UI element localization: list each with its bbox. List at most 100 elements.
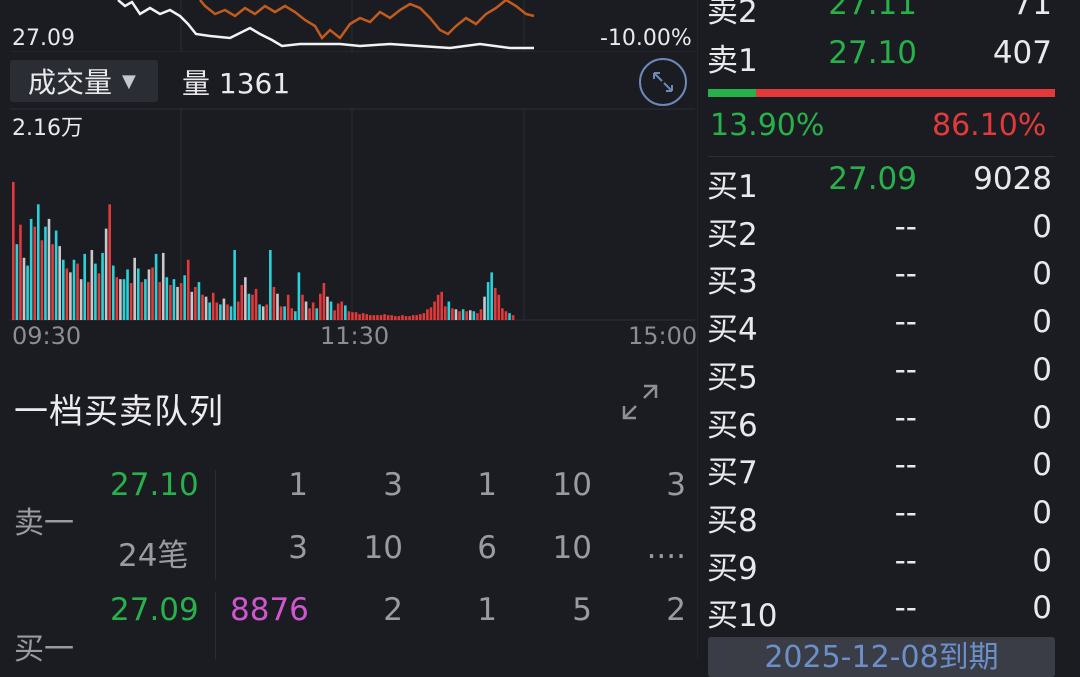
- volume-bar: [404, 316, 408, 320]
- buy-sell-ratio-bar: [708, 89, 1055, 97]
- volume-bar: [504, 311, 508, 320]
- volume-bar: [401, 315, 404, 320]
- volume-bar: [372, 315, 376, 320]
- volume-bar: [308, 308, 311, 320]
- queue-order: 1: [477, 592, 497, 628]
- volume-bar: [126, 269, 129, 320]
- bid-5-price: --: [894, 352, 917, 388]
- expand-arrows-icon: [653, 72, 673, 92]
- volume-bar: [65, 268, 69, 320]
- volume-bar: [276, 293, 279, 320]
- volume-bar: [415, 315, 419, 320]
- volume-bar: [279, 306, 283, 320]
- volume-bar: [97, 273, 101, 320]
- sell-one-price: 27.10: [110, 467, 199, 503]
- expiry-button[interactable]: 2025-12-08到期: [708, 637, 1055, 677]
- volume-bar: [393, 316, 397, 320]
- bid-5-volume: 0: [1032, 352, 1052, 388]
- bid-4-volume: 0: [1032, 304, 1052, 340]
- queue-order: 2: [666, 592, 686, 628]
- pct-low-label: -10.00%: [600, 26, 692, 51]
- volume-bar: [208, 302, 211, 320]
- volume-max-label: 2.16万: [12, 116, 83, 141]
- volume-bar: [304, 301, 308, 320]
- volume-bar: [51, 244, 54, 320]
- volume-bar: [315, 308, 319, 320]
- volume-bar: [172, 279, 176, 320]
- volume-bar: [144, 279, 147, 320]
- volume-bar: [111, 265, 115, 320]
- time-mid-label: 11:30: [320, 322, 390, 350]
- volume-bar: [379, 315, 383, 320]
- volume-bar: [301, 294, 304, 320]
- bid-6-volume: 0: [1032, 400, 1052, 436]
- volume-bar: [26, 265, 29, 320]
- volume-bar: [386, 315, 390, 320]
- volume-bar: [493, 287, 497, 320]
- volume-bar: [229, 306, 233, 320]
- volume-bar: [147, 269, 151, 320]
- queue-order: 10: [552, 467, 592, 503]
- volume-bar: [508, 313, 511, 320]
- bid-10-price: --: [894, 590, 917, 626]
- panel-divider: [697, 0, 698, 659]
- expiry-label: 2025-12-08到期: [764, 640, 999, 675]
- fullscreen-button[interactable]: [639, 58, 687, 106]
- expand-icon[interactable]: [620, 382, 660, 422]
- volume-bar: [12, 181, 15, 320]
- volume-bar: [240, 285, 244, 320]
- bid-2-volume: 0: [1032, 209, 1052, 245]
- indicator-selector-label: 成交量: [28, 66, 113, 99]
- volume-bar: [186, 259, 190, 320]
- volume-bar: [329, 301, 333, 320]
- queue-order: 3: [666, 467, 686, 503]
- buy-one-price: 27.09: [110, 592, 199, 628]
- volume-bar: [294, 311, 297, 320]
- volume-bar: [183, 275, 186, 320]
- volume-bar: [33, 226, 37, 320]
- volume-bar: [397, 316, 401, 320]
- volume-bar: [447, 301, 451, 320]
- ask-1-price: 27.10: [828, 35, 917, 71]
- book-divider: [708, 156, 1055, 157]
- queue-order: 5: [572, 592, 592, 628]
- volume-bar: [129, 283, 133, 320]
- queue-more[interactable]: ....: [606, 530, 686, 566]
- volume-bar: [429, 307, 433, 320]
- bid-3-volume: 0: [1032, 256, 1052, 292]
- volume-bar: [454, 309, 458, 320]
- queue-title: 一档买卖队列: [14, 392, 224, 432]
- volume-bar: [336, 303, 340, 320]
- volume-bar: [133, 257, 136, 320]
- volume-bar: [376, 315, 379, 320]
- volume-bar: [340, 301, 344, 320]
- volume-bar: [468, 310, 472, 320]
- volume-bar: [490, 272, 493, 320]
- volume-bar: [169, 285, 172, 320]
- volume-bar: [465, 311, 468, 320]
- bid-8-volume: 0: [1032, 495, 1052, 531]
- queue-order: 6: [477, 530, 497, 566]
- bid-7-price: --: [894, 447, 917, 483]
- volume-bar: [197, 282, 201, 320]
- queue-order: 1: [288, 467, 308, 503]
- indicator-selector[interactable]: 成交量 ▼: [10, 60, 158, 102]
- ask-2-volume: 71: [1012, 0, 1052, 22]
- time-end-label: 15:00: [628, 322, 698, 350]
- volume-bar: [426, 309, 429, 320]
- volume-bar: [179, 283, 183, 320]
- bid-1-label: 买1: [707, 169, 758, 205]
- volume-bar: [483, 296, 486, 320]
- volume-bar: [136, 268, 140, 320]
- queue-order: 1: [477, 467, 497, 503]
- bid-9-volume: 0: [1032, 543, 1052, 579]
- bid-1-volume: 9028: [973, 161, 1052, 197]
- volume-bar: [265, 304, 269, 320]
- volume-bar: [269, 250, 272, 320]
- volume-bar: [22, 257, 26, 320]
- volume-bar: [347, 311, 351, 320]
- volume-bar: [140, 282, 144, 320]
- volume-bar: [47, 218, 51, 320]
- volume-bar: [104, 228, 108, 320]
- sell-one-label: 卖一: [14, 506, 74, 541]
